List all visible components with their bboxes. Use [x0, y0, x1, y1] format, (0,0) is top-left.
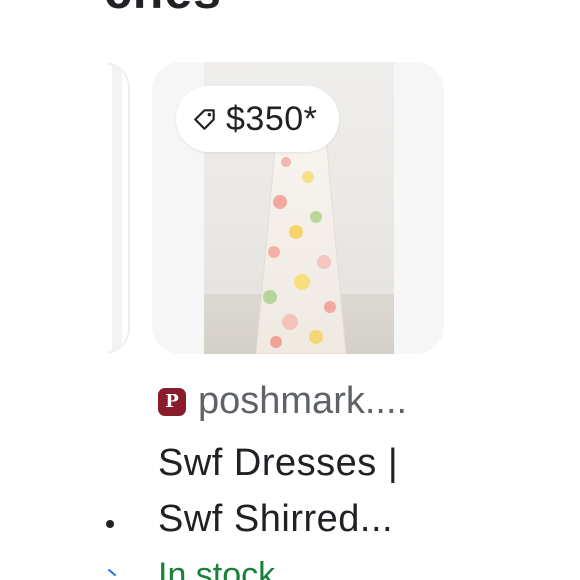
merchant-name: poshmark....	[198, 380, 408, 422]
chevron-right-icon	[108, 569, 116, 576]
product-title-line-2[interactable]: Swf Shirred...	[158, 498, 393, 541]
poshmark-logo-icon: P	[158, 387, 186, 416]
price-text: $350*	[226, 99, 318, 138]
floral-dress-image	[255, 122, 347, 354]
price-badge: $350*	[176, 86, 340, 152]
previous-card-text-fragment	[106, 520, 114, 528]
product-title-line-1[interactable]: Swf Dresses |	[158, 442, 398, 485]
tag-icon	[194, 109, 215, 130]
left-mask	[0, 40, 108, 580]
section-title: ches	[104, 0, 222, 20]
merchant-row[interactable]: P poshmark....	[158, 380, 407, 423]
shopping-results-panel: ches	[0, 0, 580, 580]
stock-status: In stock	[158, 556, 276, 580]
previous-product-image	[112, 64, 122, 352]
